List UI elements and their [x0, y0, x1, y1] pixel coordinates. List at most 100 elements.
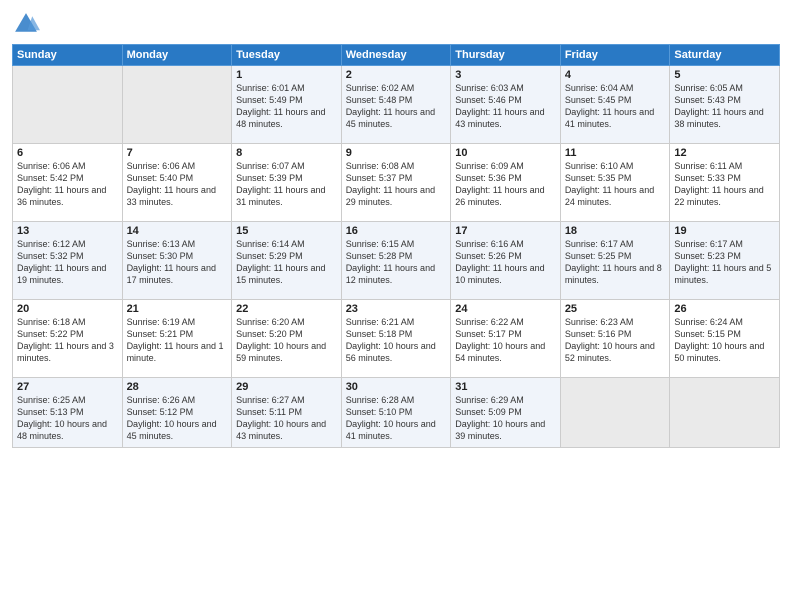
- day-number: 30: [346, 381, 447, 393]
- calendar-cell: [13, 66, 123, 144]
- day-number: 4: [565, 69, 666, 81]
- calendar-cell: 25Sunrise: 6:23 AMSunset: 5:16 PMDayligh…: [560, 300, 670, 378]
- day-info: Sunrise: 6:16 AMSunset: 5:26 PMDaylight:…: [455, 238, 556, 287]
- calendar-table: SundayMondayTuesdayWednesdayThursdayFrid…: [12, 44, 780, 448]
- calendar-cell: 23Sunrise: 6:21 AMSunset: 5:18 PMDayligh…: [341, 300, 451, 378]
- calendar-cell: 8Sunrise: 6:07 AMSunset: 5:39 PMDaylight…: [232, 144, 342, 222]
- calendar-cell: 19Sunrise: 6:17 AMSunset: 5:23 PMDayligh…: [670, 222, 780, 300]
- calendar-cell: 24Sunrise: 6:22 AMSunset: 5:17 PMDayligh…: [451, 300, 561, 378]
- calendar-cell: 31Sunrise: 6:29 AMSunset: 5:09 PMDayligh…: [451, 378, 561, 448]
- calendar-cell: 20Sunrise: 6:18 AMSunset: 5:22 PMDayligh…: [13, 300, 123, 378]
- calendar-cell: 27Sunrise: 6:25 AMSunset: 5:13 PMDayligh…: [13, 378, 123, 448]
- day-info: Sunrise: 6:29 AMSunset: 5:09 PMDaylight:…: [455, 394, 556, 443]
- logo: [12, 10, 44, 38]
- day-number: 24: [455, 303, 556, 315]
- header: [12, 10, 780, 38]
- day-info: Sunrise: 6:07 AMSunset: 5:39 PMDaylight:…: [236, 160, 337, 209]
- day-info: Sunrise: 6:03 AMSunset: 5:46 PMDaylight:…: [455, 82, 556, 131]
- weekday-header-row: SundayMondayTuesdayWednesdayThursdayFrid…: [13, 45, 780, 66]
- day-info: Sunrise: 6:11 AMSunset: 5:33 PMDaylight:…: [674, 160, 775, 209]
- calendar-cell: 15Sunrise: 6:14 AMSunset: 5:29 PMDayligh…: [232, 222, 342, 300]
- day-info: Sunrise: 6:15 AMSunset: 5:28 PMDaylight:…: [346, 238, 447, 287]
- calendar-cell: 29Sunrise: 6:27 AMSunset: 5:11 PMDayligh…: [232, 378, 342, 448]
- day-number: 28: [127, 381, 228, 393]
- day-number: 29: [236, 381, 337, 393]
- day-number: 26: [674, 303, 775, 315]
- calendar-cell: [670, 378, 780, 448]
- day-info: Sunrise: 6:27 AMSunset: 5:11 PMDaylight:…: [236, 394, 337, 443]
- day-number: 8: [236, 147, 337, 159]
- day-info: Sunrise: 6:23 AMSunset: 5:16 PMDaylight:…: [565, 316, 666, 365]
- day-number: 13: [17, 225, 118, 237]
- day-number: 22: [236, 303, 337, 315]
- day-info: Sunrise: 6:20 AMSunset: 5:20 PMDaylight:…: [236, 316, 337, 365]
- day-number: 19: [674, 225, 775, 237]
- day-info: Sunrise: 6:04 AMSunset: 5:45 PMDaylight:…: [565, 82, 666, 131]
- day-number: 2: [346, 69, 447, 81]
- day-number: 6: [17, 147, 118, 159]
- day-number: 1: [236, 69, 337, 81]
- weekday-header: Friday: [560, 45, 670, 66]
- calendar-cell: 12Sunrise: 6:11 AMSunset: 5:33 PMDayligh…: [670, 144, 780, 222]
- calendar-cell: 3Sunrise: 6:03 AMSunset: 5:46 PMDaylight…: [451, 66, 561, 144]
- weekday-header: Monday: [122, 45, 232, 66]
- day-info: Sunrise: 6:22 AMSunset: 5:17 PMDaylight:…: [455, 316, 556, 365]
- day-number: 31: [455, 381, 556, 393]
- day-number: 21: [127, 303, 228, 315]
- calendar-cell: 10Sunrise: 6:09 AMSunset: 5:36 PMDayligh…: [451, 144, 561, 222]
- calendar-cell: 18Sunrise: 6:17 AMSunset: 5:25 PMDayligh…: [560, 222, 670, 300]
- weekday-header: Saturday: [670, 45, 780, 66]
- day-number: 25: [565, 303, 666, 315]
- calendar-cell: 7Sunrise: 6:06 AMSunset: 5:40 PMDaylight…: [122, 144, 232, 222]
- calendar-cell: 30Sunrise: 6:28 AMSunset: 5:10 PMDayligh…: [341, 378, 451, 448]
- calendar-week-row: 20Sunrise: 6:18 AMSunset: 5:22 PMDayligh…: [13, 300, 780, 378]
- day-info: Sunrise: 6:02 AMSunset: 5:48 PMDaylight:…: [346, 82, 447, 131]
- day-info: Sunrise: 6:17 AMSunset: 5:25 PMDaylight:…: [565, 238, 666, 287]
- day-info: Sunrise: 6:25 AMSunset: 5:13 PMDaylight:…: [17, 394, 118, 443]
- calendar-week-row: 6Sunrise: 6:06 AMSunset: 5:42 PMDaylight…: [13, 144, 780, 222]
- calendar-week-row: 13Sunrise: 6:12 AMSunset: 5:32 PMDayligh…: [13, 222, 780, 300]
- day-info: Sunrise: 6:09 AMSunset: 5:36 PMDaylight:…: [455, 160, 556, 209]
- day-info: Sunrise: 6:14 AMSunset: 5:29 PMDaylight:…: [236, 238, 337, 287]
- day-number: 5: [674, 69, 775, 81]
- calendar-week-row: 1Sunrise: 6:01 AMSunset: 5:49 PMDaylight…: [13, 66, 780, 144]
- calendar-cell: 16Sunrise: 6:15 AMSunset: 5:28 PMDayligh…: [341, 222, 451, 300]
- calendar-cell: 21Sunrise: 6:19 AMSunset: 5:21 PMDayligh…: [122, 300, 232, 378]
- day-number: 12: [674, 147, 775, 159]
- calendar-cell: 26Sunrise: 6:24 AMSunset: 5:15 PMDayligh…: [670, 300, 780, 378]
- calendar-cell: 13Sunrise: 6:12 AMSunset: 5:32 PMDayligh…: [13, 222, 123, 300]
- day-number: 18: [565, 225, 666, 237]
- calendar-cell: 9Sunrise: 6:08 AMSunset: 5:37 PMDaylight…: [341, 144, 451, 222]
- calendar-cell: 5Sunrise: 6:05 AMSunset: 5:43 PMDaylight…: [670, 66, 780, 144]
- weekday-header: Tuesday: [232, 45, 342, 66]
- day-number: 17: [455, 225, 556, 237]
- calendar-cell: 2Sunrise: 6:02 AMSunset: 5:48 PMDaylight…: [341, 66, 451, 144]
- day-info: Sunrise: 6:06 AMSunset: 5:42 PMDaylight:…: [17, 160, 118, 209]
- day-info: Sunrise: 6:21 AMSunset: 5:18 PMDaylight:…: [346, 316, 447, 365]
- day-info: Sunrise: 6:08 AMSunset: 5:37 PMDaylight:…: [346, 160, 447, 209]
- day-number: 27: [17, 381, 118, 393]
- calendar-cell: 28Sunrise: 6:26 AMSunset: 5:12 PMDayligh…: [122, 378, 232, 448]
- day-info: Sunrise: 6:26 AMSunset: 5:12 PMDaylight:…: [127, 394, 228, 443]
- calendar-container: SundayMondayTuesdayWednesdayThursdayFrid…: [0, 0, 792, 612]
- calendar-cell: 22Sunrise: 6:20 AMSunset: 5:20 PMDayligh…: [232, 300, 342, 378]
- day-info: Sunrise: 6:28 AMSunset: 5:10 PMDaylight:…: [346, 394, 447, 443]
- day-info: Sunrise: 6:24 AMSunset: 5:15 PMDaylight:…: [674, 316, 775, 365]
- day-number: 7: [127, 147, 228, 159]
- day-number: 16: [346, 225, 447, 237]
- day-info: Sunrise: 6:19 AMSunset: 5:21 PMDaylight:…: [127, 316, 228, 365]
- calendar-cell: [122, 66, 232, 144]
- calendar-week-row: 27Sunrise: 6:25 AMSunset: 5:13 PMDayligh…: [13, 378, 780, 448]
- day-info: Sunrise: 6:01 AMSunset: 5:49 PMDaylight:…: [236, 82, 337, 131]
- logo-icon: [12, 10, 40, 38]
- day-number: 3: [455, 69, 556, 81]
- weekday-header: Wednesday: [341, 45, 451, 66]
- calendar-cell: 11Sunrise: 6:10 AMSunset: 5:35 PMDayligh…: [560, 144, 670, 222]
- day-number: 15: [236, 225, 337, 237]
- day-number: 20: [17, 303, 118, 315]
- day-info: Sunrise: 6:17 AMSunset: 5:23 PMDaylight:…: [674, 238, 775, 287]
- day-info: Sunrise: 6:13 AMSunset: 5:30 PMDaylight:…: [127, 238, 228, 287]
- day-info: Sunrise: 6:06 AMSunset: 5:40 PMDaylight:…: [127, 160, 228, 209]
- day-info: Sunrise: 6:12 AMSunset: 5:32 PMDaylight:…: [17, 238, 118, 287]
- calendar-cell: 4Sunrise: 6:04 AMSunset: 5:45 PMDaylight…: [560, 66, 670, 144]
